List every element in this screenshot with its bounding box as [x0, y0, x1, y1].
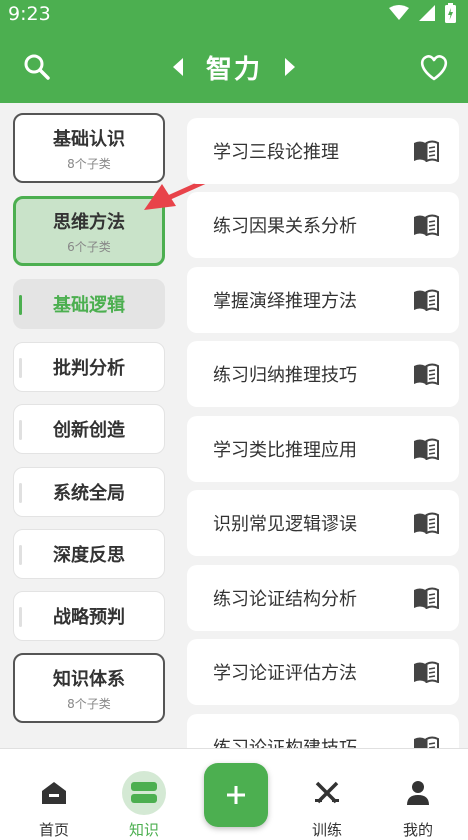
- nav-knowledge[interactable]: 知识: [104, 749, 184, 840]
- nav-label: 首页: [38, 821, 69, 839]
- chevron-left-icon: [172, 58, 183, 76]
- nav-training-icon-wrap: [305, 771, 349, 815]
- list-item[interactable]: 学习类比推理应用: [187, 416, 459, 482]
- item-label: 练习论证结构分析: [213, 589, 357, 610]
- subcategory-name: 创新创造: [53, 420, 125, 441]
- next-button[interactable]: [282, 56, 298, 78]
- category-knowledge-system[interactable]: 知识体系 8个子类: [13, 653, 165, 723]
- subcategory-name: 批判分析: [53, 358, 125, 379]
- book-icon: [414, 512, 439, 534]
- nav-training[interactable]: 训练: [287, 749, 367, 840]
- book-icon: [414, 214, 439, 236]
- lesson-list: 学习三段论推理 练习因果关系分析 掌握演绎推理方法 练习归纳推理技巧 学习类比推…: [187, 103, 459, 748]
- book-icon: [414, 736, 439, 748]
- indicator: [19, 358, 22, 378]
- nav-home[interactable]: 首页: [14, 749, 94, 840]
- subcategory-critical-analysis[interactable]: 批判分析: [13, 342, 165, 392]
- bottom-nav: 首页 知识 训练 我的: [0, 748, 468, 840]
- add-button[interactable]: [204, 763, 268, 827]
- nav-mine[interactable]: 我的: [378, 749, 458, 840]
- subcategory-name: 战略预判: [53, 607, 125, 628]
- item-label: 学习论证评估方法: [213, 663, 357, 684]
- book-icon: [414, 140, 439, 162]
- list-item[interactable]: 掌握演绎推理方法: [187, 267, 459, 333]
- subcategory-name: 基础逻辑: [53, 295, 125, 316]
- home-icon: [42, 782, 66, 804]
- nav-mine-icon-wrap: [396, 771, 440, 815]
- subcategory-strategy[interactable]: 战略预判: [13, 591, 165, 641]
- book-icon: [414, 587, 439, 609]
- subcategory-name: 深度反思: [53, 545, 125, 566]
- battery-icon: [445, 3, 456, 23]
- chevron-right-icon: [285, 58, 295, 76]
- item-label: 练习论证构建技巧: [213, 734, 357, 748]
- nav-label: 我的: [402, 821, 433, 839]
- signal-icon: [419, 5, 435, 21]
- subcategory-systems[interactable]: 系统全局: [13, 467, 165, 517]
- book-icon: [414, 289, 439, 311]
- category-name: 基础认识: [53, 128, 125, 150]
- subcategory-reflection[interactable]: 深度反思: [13, 529, 165, 579]
- subcategory-innovation[interactable]: 创新创造: [13, 404, 165, 454]
- nav-home-icon-wrap: [32, 771, 76, 815]
- list-item[interactable]: 学习三段论推理: [187, 118, 459, 184]
- item-label: 学习三段论推理: [213, 142, 339, 163]
- item-label: 掌握演绎推理方法: [213, 291, 357, 312]
- status-icons: [389, 3, 456, 23]
- list-item[interactable]: 练习归纳推理技巧: [187, 341, 459, 407]
- heart-icon: [420, 55, 448, 81]
- list-item[interactable]: 练习论证结构分析: [187, 565, 459, 631]
- title-row: 智力: [0, 50, 468, 85]
- item-label: 练习因果关系分析: [213, 216, 357, 237]
- category-subcount: 6个子类: [67, 239, 111, 254]
- list-item[interactable]: 识别常见逻辑谬误: [187, 490, 459, 556]
- item-label: 识别常见逻辑谬误: [213, 514, 357, 535]
- favorite-button[interactable]: [418, 52, 450, 82]
- subcategory-basic-logic[interactable]: 基础逻辑: [13, 279, 165, 329]
- person-icon: [407, 781, 429, 805]
- book-icon: [414, 438, 439, 460]
- item-label: 练习归纳推理技巧: [213, 365, 357, 386]
- subcategory-name: 系统全局: [53, 483, 125, 504]
- list-item[interactable]: 练习因果关系分析: [187, 192, 459, 258]
- wifi-icon: [389, 5, 409, 20]
- category-subcount: 8个子类: [67, 156, 111, 171]
- category-name: 知识体系: [53, 668, 125, 690]
- nav-label: 训练: [311, 821, 342, 839]
- book-icon: [414, 661, 439, 683]
- plus-icon: [227, 786, 245, 804]
- list-item[interactable]: 练习论证构建技巧: [187, 714, 459, 748]
- indicator: [19, 607, 22, 627]
- crossed-swords-icon: [315, 781, 339, 804]
- nav-label: 知识: [128, 821, 159, 839]
- status-time: 9:23: [8, 3, 51, 25]
- page-title: 智力: [205, 54, 262, 85]
- indicator: [19, 420, 22, 440]
- category-subcount: 8个子类: [67, 696, 111, 711]
- prev-button[interactable]: [170, 56, 186, 78]
- item-label: 学习类比推理应用: [213, 440, 357, 461]
- nav-knowledge-icon-wrap: [122, 771, 166, 815]
- indicator: [19, 483, 22, 503]
- category-name: 思维方法: [53, 211, 125, 233]
- book-icon: [414, 363, 439, 385]
- list-item[interactable]: 学习论证评估方法: [187, 639, 459, 705]
- active-indicator: [19, 295, 22, 315]
- indicator: [19, 545, 22, 565]
- layers-icon: [131, 782, 157, 803]
- app-bar: 9:23 智力: [0, 0, 468, 103]
